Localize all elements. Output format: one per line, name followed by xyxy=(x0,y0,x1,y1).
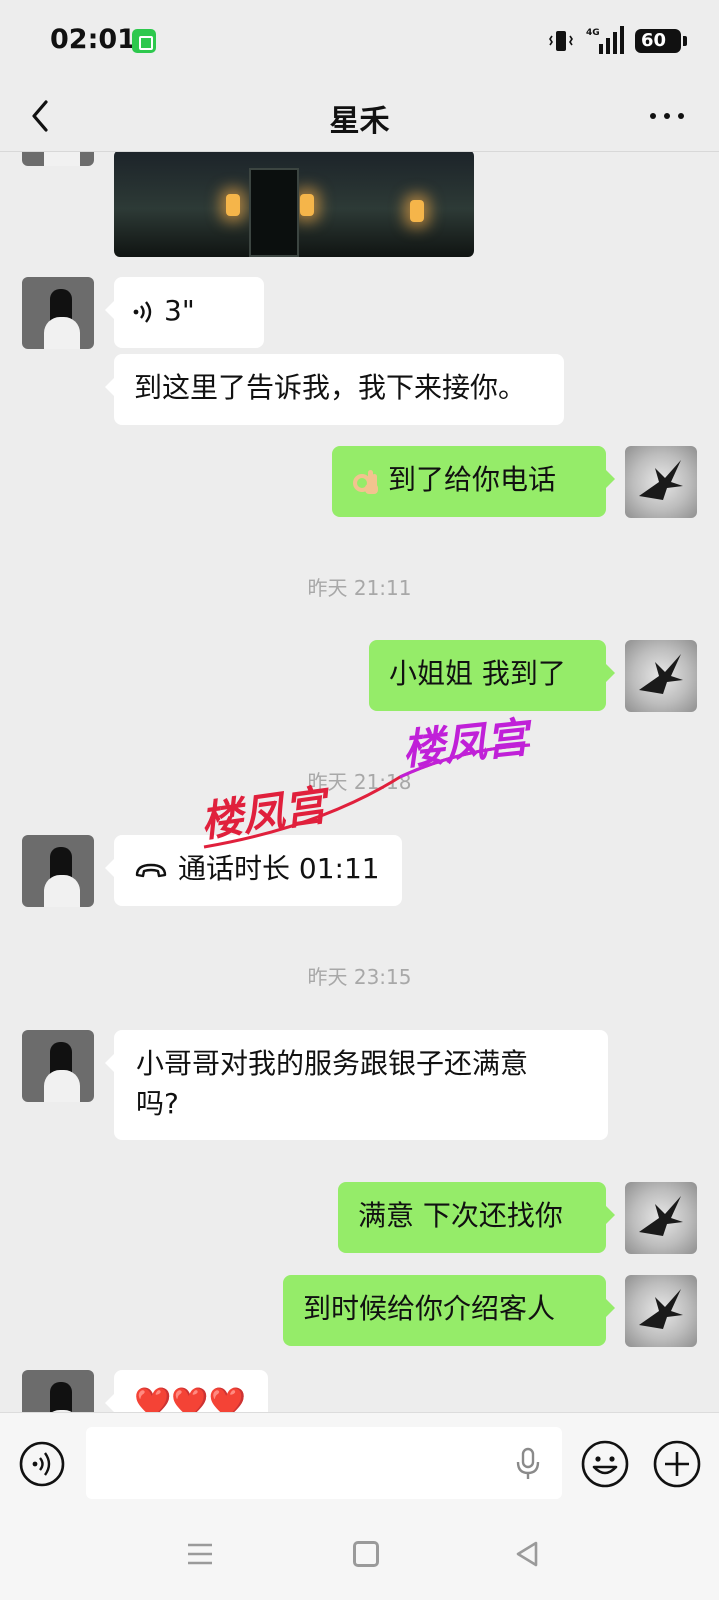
contact-avatar[interactable] xyxy=(22,152,94,166)
app-notification-icon xyxy=(132,29,156,53)
emoji-message[interactable]: ❤️❤️❤️ xyxy=(105,1370,268,1412)
message-bubble-right[interactable]: 小姐姐 我到了 xyxy=(369,640,615,711)
image-message[interactable] xyxy=(114,152,474,257)
timestamp: 昨天 21:11 xyxy=(307,576,412,600)
my-avatar[interactable] xyxy=(625,1275,697,1347)
bird-avatar-icon xyxy=(639,460,683,500)
message-bubble-right[interactable]: 到时候给你介绍客人 xyxy=(283,1275,615,1346)
voice-duration: 3" xyxy=(164,294,195,327)
message-text-line: 小哥哥对我的服务跟银子还满意 xyxy=(136,1047,529,1080)
timestamp: 昨天 23:15 xyxy=(307,965,412,989)
photo-doorway xyxy=(249,168,299,257)
vibrate-icon xyxy=(549,31,573,51)
message-text: 到这里了告诉我，我下来接你。 xyxy=(134,371,527,404)
my-avatar[interactable] xyxy=(625,446,697,518)
signal-icon: 4G xyxy=(586,26,624,54)
photo-lamp xyxy=(226,194,240,216)
back-triangle-icon[interactable] xyxy=(514,1540,540,1568)
voice-wave-icon xyxy=(133,301,152,323)
message-text: 到时候给你介绍客人 xyxy=(303,1292,556,1325)
ok-hand-emoji-icon xyxy=(353,470,378,494)
phone-hangup-icon xyxy=(135,863,167,878)
message-bubble-right[interactable]: 到了给你电话 xyxy=(332,446,615,517)
message-text: 满意 下次还找你 xyxy=(358,1199,563,1232)
recent-apps-icon[interactable] xyxy=(186,1541,214,1567)
bird-avatar-icon xyxy=(639,654,683,694)
contact-avatar[interactable] xyxy=(22,835,94,907)
plus-icon[interactable] xyxy=(652,1439,702,1489)
system-navigation-bar xyxy=(0,1512,719,1600)
message-bubble-right[interactable]: 满意 下次还找你 xyxy=(338,1182,615,1253)
my-avatar[interactable] xyxy=(625,1182,697,1254)
hearts-emoji: ❤️❤️❤️ xyxy=(134,1386,247,1412)
message-text: 到了给你电话 xyxy=(388,463,557,496)
contact-avatar[interactable] xyxy=(22,277,94,349)
message-text: 小姐姐 我到了 xyxy=(389,657,566,690)
message-text-input[interactable] xyxy=(86,1427,562,1499)
status-time: 02:01 xyxy=(50,24,136,55)
message-input-bar xyxy=(0,1412,719,1512)
my-avatar[interactable] xyxy=(625,640,697,712)
chat-header: 星禾 xyxy=(0,80,719,152)
more-dots-icon[interactable] xyxy=(647,98,687,134)
voice-message[interactable]: 3" xyxy=(105,277,264,348)
contact-avatar[interactable] xyxy=(22,1370,94,1412)
message-text-line: 吗? xyxy=(136,1087,179,1120)
bird-avatar-icon xyxy=(639,1196,683,1236)
bird-avatar-icon xyxy=(639,1289,683,1329)
contact-avatar[interactable] xyxy=(22,1030,94,1102)
network-type-label: 4G xyxy=(586,28,600,38)
message-bubble-left[interactable]: 到这里了告诉我，我下来接你。 xyxy=(105,354,564,425)
photo-lamp xyxy=(410,200,424,222)
emoji-icon[interactable] xyxy=(580,1439,630,1489)
photo-lamp xyxy=(300,194,314,216)
message-bubble-left[interactable]: 小哥哥对我的服务跟银子还满意 吗? xyxy=(105,1030,608,1140)
home-button-icon[interactable] xyxy=(353,1541,379,1567)
battery-level: 60 xyxy=(635,29,687,53)
microphone-icon[interactable] xyxy=(515,1447,541,1481)
voice-mode-icon[interactable] xyxy=(18,1440,66,1488)
status-bar: 02:01 4G 60 xyxy=(0,0,719,80)
chat-title: 星禾 xyxy=(329,104,390,139)
chat-message-list[interactable]: 3" 到这里了告诉我，我下来接你。 到了给你电话 昨天 21:11 小姐姐 我到… xyxy=(0,152,719,1412)
